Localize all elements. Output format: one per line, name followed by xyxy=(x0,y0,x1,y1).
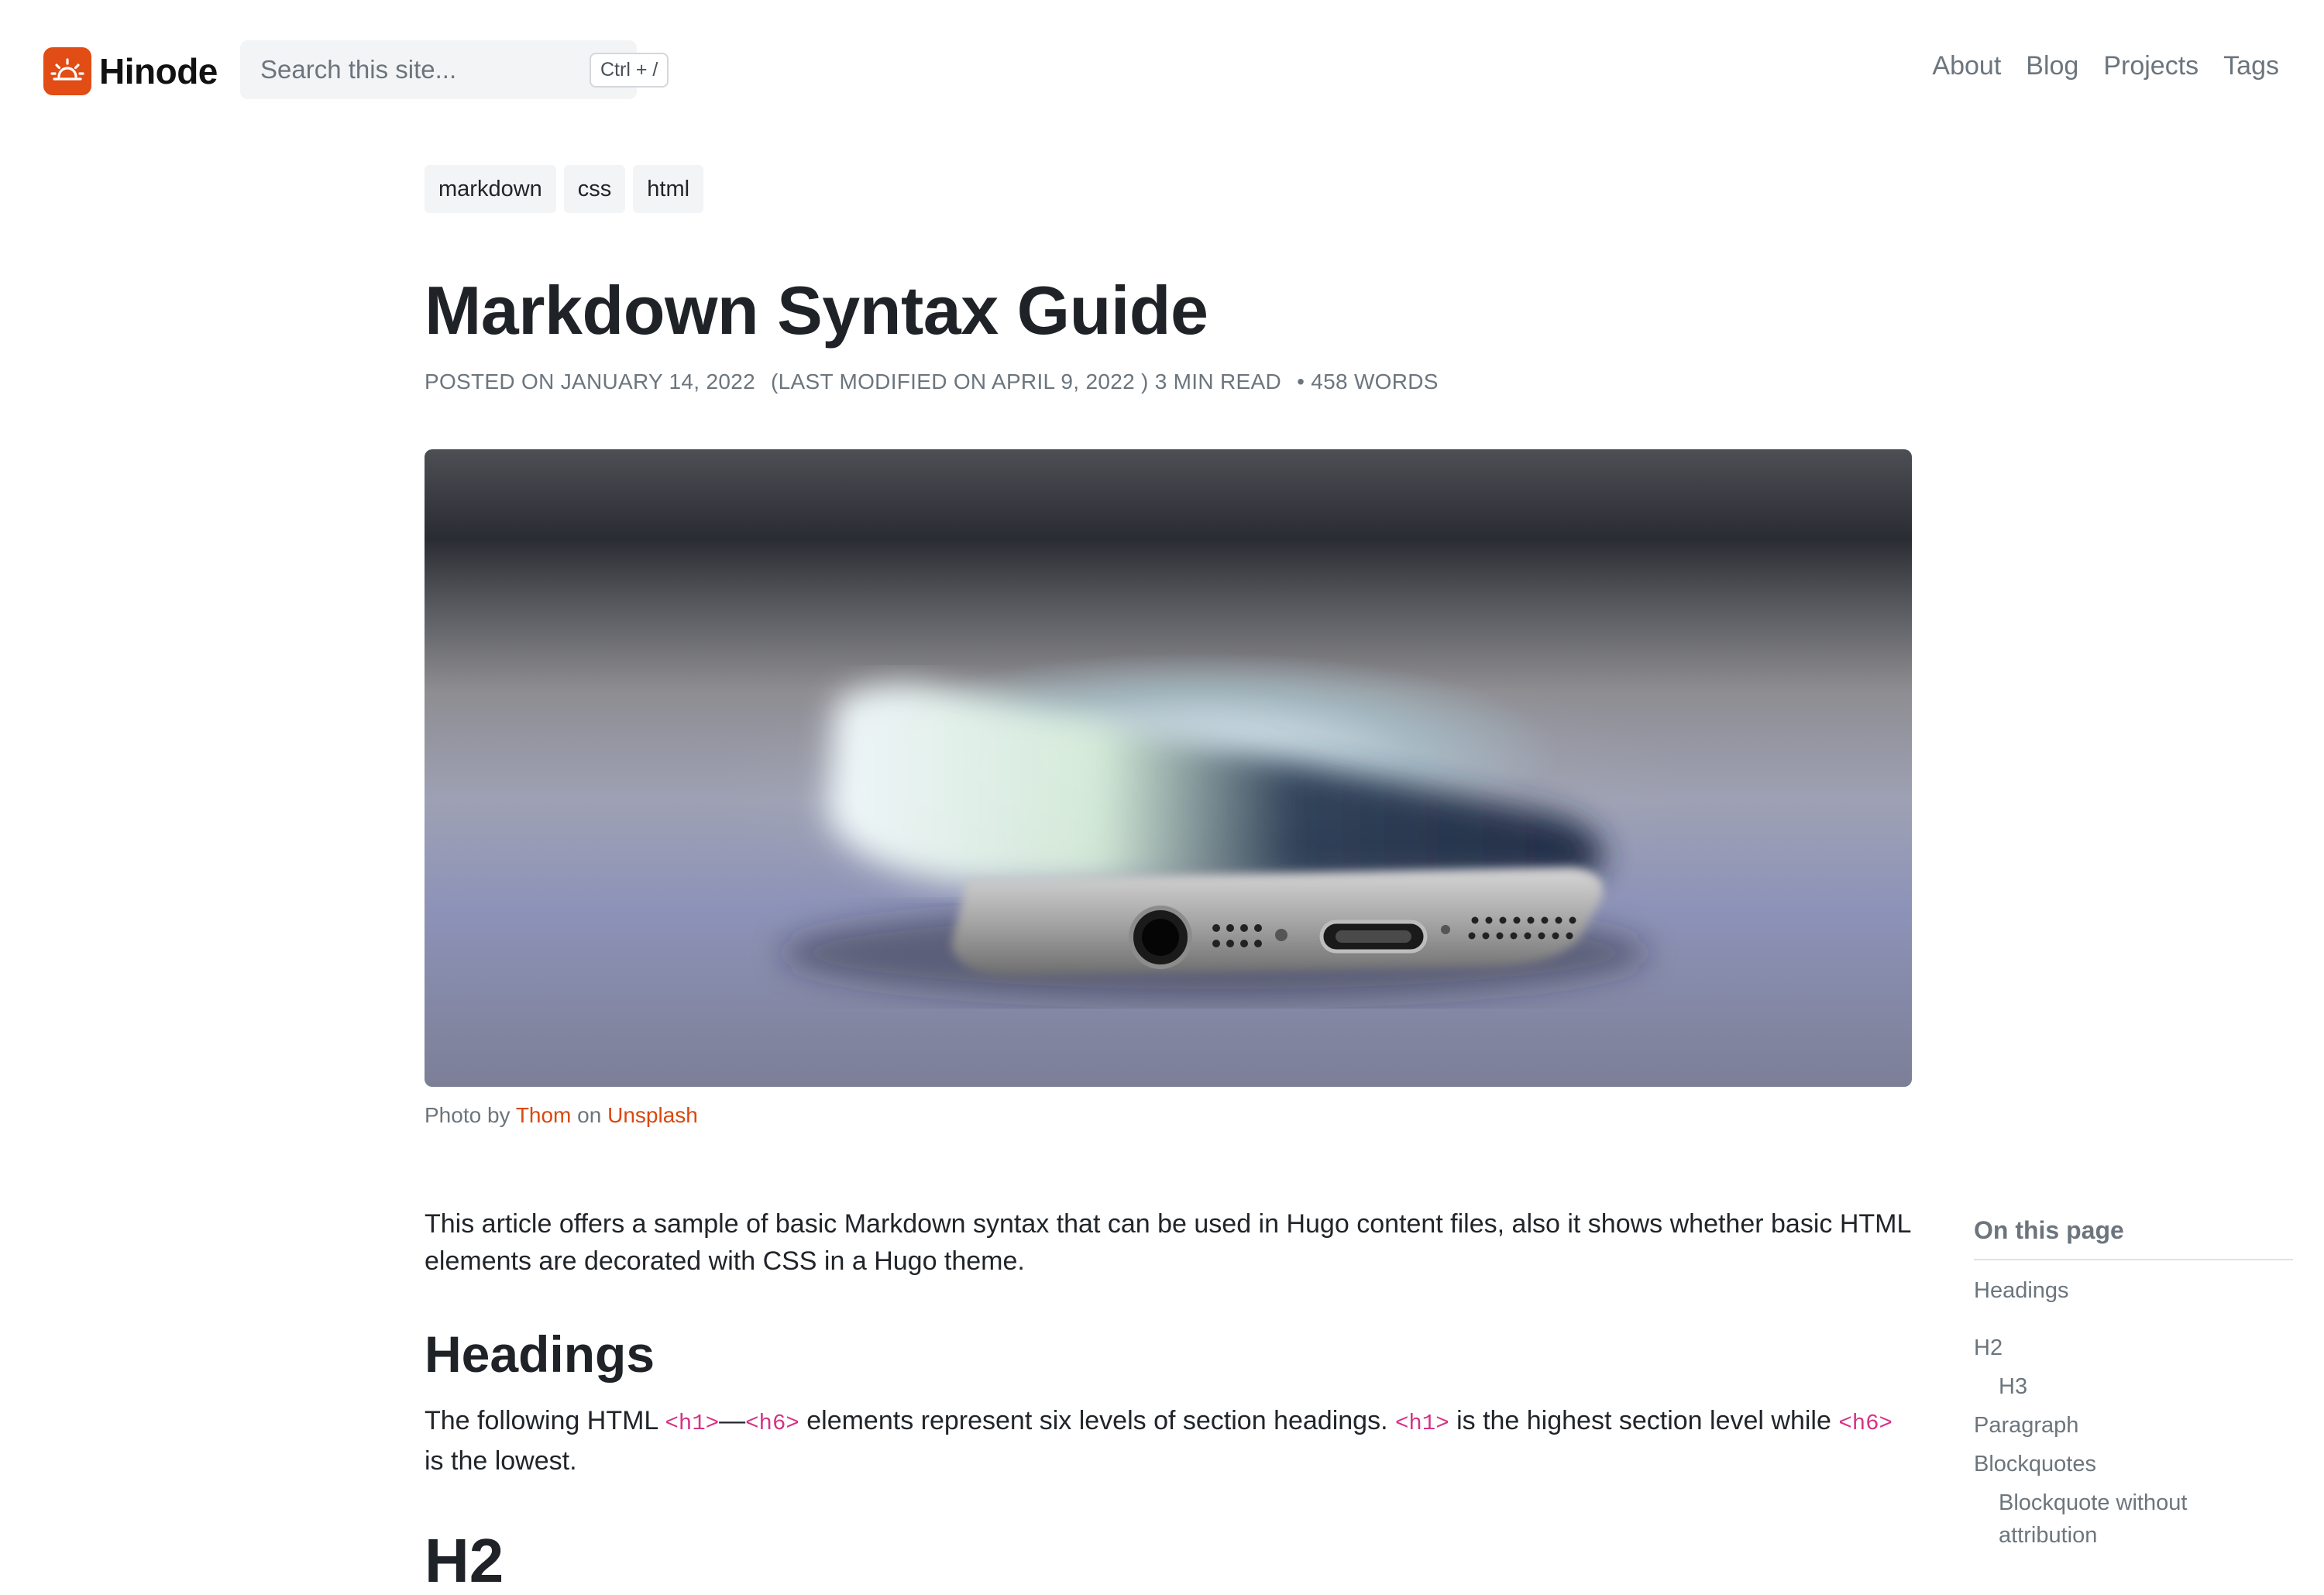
section-heading-h2: H2 xyxy=(425,1526,504,1595)
inline-code: <h1> xyxy=(665,1411,720,1436)
section-heading-headings: Headings xyxy=(425,1325,655,1383)
main-nav: About Blog Projects Tags xyxy=(1932,51,2279,81)
caption-on: on xyxy=(577,1103,602,1127)
text-segment: elements represent six levels of section… xyxy=(806,1406,1388,1435)
headings-paragraph: The following HTML <h1>—<h6> elements re… xyxy=(425,1402,1912,1480)
table-of-contents: On this page Headings H2 H3 Paragraph Bl… xyxy=(1974,1216,2293,1552)
text-segment: is the lowest. xyxy=(425,1446,577,1476)
sunrise-icon xyxy=(43,47,91,95)
brand-logo[interactable]: Hinode xyxy=(43,46,218,96)
toc-item-paragraph[interactable]: Paragraph xyxy=(1974,1409,2293,1442)
search-input[interactable] xyxy=(260,55,590,84)
phone-photo xyxy=(781,685,1648,999)
brand-name: Hinode xyxy=(99,51,218,91)
inline-code: <h1> xyxy=(1394,1411,1449,1436)
toc-item-headings[interactable]: Headings xyxy=(1974,1274,2293,1307)
posted-date: POSTED ON JANUARY 14, 2022 xyxy=(425,370,755,394)
text-segment: is the highest section level while xyxy=(1456,1406,1831,1435)
inline-code: <h6> xyxy=(1838,1411,1893,1436)
tag-list: markdown css html xyxy=(425,165,704,213)
caption-prefix: Photo by xyxy=(425,1103,511,1127)
page-title: Markdown Syntax Guide xyxy=(425,272,1208,349)
tag-html[interactable]: html xyxy=(633,165,704,213)
hero-image xyxy=(425,449,1912,1087)
toc-item-blockquotes[interactable]: Blockquotes xyxy=(1974,1448,2293,1480)
nav-tags[interactable]: Tags xyxy=(2223,51,2279,81)
site-header: Hinode Ctrl + / About Blog Projects Tags xyxy=(0,0,2324,139)
word-count: • 458 WORDS xyxy=(1297,370,1439,394)
toc-title: On this page xyxy=(1974,1216,2293,1260)
nav-about[interactable]: About xyxy=(1932,51,2001,81)
image-caption: Photo by Thom on Unsplash xyxy=(425,1103,698,1128)
nav-blog[interactable]: Blog xyxy=(2026,51,2078,81)
toc-item-h3[interactable]: H3 xyxy=(1974,1370,2293,1403)
text-segment: The following HTML xyxy=(425,1406,658,1435)
toc-item-h2[interactable]: H2 xyxy=(1974,1332,2293,1364)
toc-item-blockquote-without-attribution[interactable]: Blockquote without attribution xyxy=(1974,1487,2206,1552)
photo-author-link[interactable]: Thom xyxy=(516,1103,572,1127)
intro-paragraph: This article offers a sample of basic Ma… xyxy=(425,1209,1911,1276)
tag-css[interactable]: css xyxy=(563,165,626,213)
search-shortcut-hint: Ctrl + / xyxy=(590,52,669,88)
text-segment: — xyxy=(719,1406,746,1435)
search-box[interactable]: Ctrl + / xyxy=(240,40,669,99)
post-meta: POSTED ON JANUARY 14, 2022 (LAST MODIFIE… xyxy=(425,370,1448,394)
modified-date-read-time: (LAST MODIFIED ON APRIL 9, 2022 ) 3 MIN … xyxy=(771,370,1281,394)
photo-source-link[interactable]: Unsplash xyxy=(607,1103,698,1127)
inline-code: <h6> xyxy=(745,1411,799,1436)
nav-projects[interactable]: Projects xyxy=(2103,51,2199,81)
tag-markdown[interactable]: markdown xyxy=(425,165,556,213)
